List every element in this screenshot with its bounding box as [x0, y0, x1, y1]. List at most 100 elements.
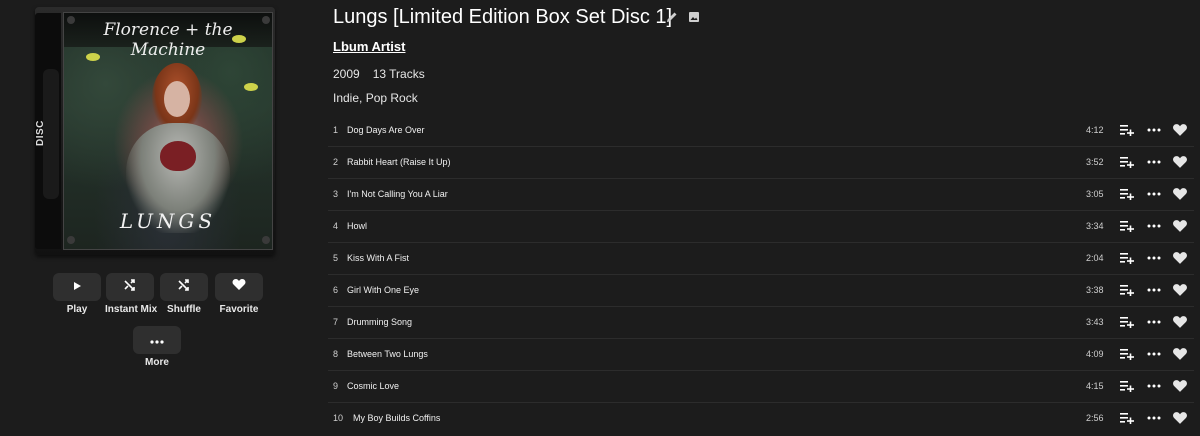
- more-icon[interactable]: [1145, 378, 1163, 394]
- track-row[interactable]: 1 Dog Days Are Over 4:12: [328, 115, 1194, 147]
- track-number: 9: [333, 381, 339, 391]
- heart-icon[interactable]: [1171, 154, 1189, 170]
- shuffle-action[interactable]: Shuffle: [159, 273, 209, 315]
- track-row[interactable]: 8 Between Two Lungs 4:09: [328, 339, 1194, 371]
- track-row[interactable]: 4 Howl 3:34: [328, 211, 1194, 243]
- playlist-add-icon[interactable]: [1118, 346, 1136, 362]
- instant-mix-action[interactable]: Instant Mix: [105, 273, 158, 315]
- playlist-add-icon[interactable]: [1118, 218, 1136, 234]
- playlist-add-icon[interactable]: [1118, 282, 1136, 298]
- playlist-add-icon[interactable]: [1118, 250, 1136, 266]
- track-number: 8: [333, 349, 339, 359]
- heart-icon[interactable]: [1171, 314, 1189, 330]
- track-name[interactable]: Howl: [347, 221, 367, 231]
- more-icon[interactable]: [1145, 186, 1163, 202]
- album-cover[interactable]: DISC Florence + the Machine LUNGS: [32, 7, 280, 257]
- track-row[interactable]: 2 Rabbit Heart (Raise It Up) 3:52: [328, 147, 1194, 179]
- album-track-count: 13 Tracks: [372, 67, 425, 81]
- playlist-add-icon[interactable]: [1118, 154, 1136, 170]
- more-icon[interactable]: [1145, 122, 1163, 138]
- heart-icon[interactable]: [1171, 250, 1189, 266]
- heart-icon[interactable]: [1171, 346, 1189, 362]
- cover-bird: [244, 83, 258, 91]
- track-number: 2: [333, 157, 339, 167]
- track-name[interactable]: My Boy Builds Coffins: [353, 413, 440, 423]
- album-artist-link[interactable]: Lbum Artist: [333, 39, 405, 54]
- track-duration: 4:12: [1086, 125, 1104, 135]
- cover-album-name: LUNGS: [119, 209, 217, 233]
- playlist-add-icon[interactable]: [1118, 186, 1136, 202]
- playlist-add-icon[interactable]: [1118, 378, 1136, 394]
- track-name[interactable]: Kiss With A Fist: [347, 253, 409, 263]
- heart-icon[interactable]: [1171, 186, 1189, 202]
- track-row[interactable]: 3 I'm Not Calling You A Liar 3:05: [328, 179, 1194, 211]
- track-duration: 3:43: [1086, 317, 1104, 327]
- cover-bird: [86, 53, 100, 61]
- favorite-label: Favorite: [219, 304, 259, 315]
- cover-figure-heart: [160, 141, 196, 171]
- more-icon[interactable]: [1145, 282, 1163, 298]
- track-duration: 3:52: [1086, 157, 1104, 167]
- favorite-action[interactable]: Favorite: [214, 273, 264, 315]
- pencil-icon[interactable]: [666, 10, 678, 28]
- favorite-button[interactable]: [215, 273, 263, 301]
- play-button[interactable]: [53, 273, 101, 301]
- cover-bird: [232, 35, 246, 43]
- playlist-add-icon[interactable]: [1118, 122, 1136, 138]
- track-duration: 3:05: [1086, 189, 1104, 199]
- shuffle-button[interactable]: [160, 273, 208, 301]
- heart-icon[interactable]: [1171, 218, 1189, 234]
- heart-icon: [232, 278, 246, 296]
- play-action[interactable]: Play: [52, 273, 102, 315]
- track-row[interactable]: 9 Cosmic Love 4:15: [328, 371, 1194, 403]
- more-icon[interactable]: [1145, 154, 1163, 170]
- case-corner: [67, 236, 75, 244]
- more-icon[interactable]: [1145, 410, 1163, 426]
- album-page: DISC Florence + the Machine LUNGS Play I…: [0, 0, 1200, 436]
- album-meta: 2009 13 Tracks: [333, 67, 425, 81]
- playlist-add-icon[interactable]: [1118, 314, 1136, 330]
- album-year: 2009: [333, 67, 360, 81]
- track-name[interactable]: Girl With One Eye: [347, 285, 419, 295]
- more-action[interactable]: More: [132, 326, 182, 368]
- more-button[interactable]: [133, 326, 181, 354]
- instant-mix-button[interactable]: [106, 273, 154, 301]
- playlist-add-icon[interactable]: [1118, 410, 1136, 426]
- track-row[interactable]: 6 Girl With One Eye 3:38: [328, 275, 1194, 307]
- case-corner: [262, 236, 270, 244]
- more-icon[interactable]: [1145, 218, 1163, 234]
- track-name[interactable]: Rabbit Heart (Raise It Up): [347, 157, 451, 167]
- track-name[interactable]: I'm Not Calling You A Liar: [347, 189, 448, 199]
- heart-icon[interactable]: [1171, 282, 1189, 298]
- track-name[interactable]: Cosmic Love: [347, 381, 399, 391]
- title-actions: [666, 10, 700, 28]
- more-icon[interactable]: [1145, 314, 1163, 330]
- album-title: Lungs [Limited Edition Box Set Disc 1]: [333, 6, 673, 28]
- track-name[interactable]: Dog Days Are Over: [347, 125, 425, 135]
- more-icon[interactable]: [1145, 346, 1163, 362]
- heart-icon[interactable]: [1171, 378, 1189, 394]
- album-genres[interactable]: Indie, Pop Rock: [333, 91, 418, 105]
- image-icon[interactable]: [688, 10, 700, 28]
- more-icon[interactable]: [1145, 250, 1163, 266]
- track-number: 7: [333, 317, 339, 327]
- track-duration: 4:09: [1086, 349, 1104, 359]
- track-row[interactable]: 10 My Boy Builds Coffins 2:56: [328, 403, 1194, 434]
- track-name[interactable]: Between Two Lungs: [347, 349, 428, 359]
- track-row[interactable]: 7 Drumming Song 3:43: [328, 307, 1194, 339]
- track-row[interactable]: 5 Kiss With A Fist 2:04: [328, 243, 1194, 275]
- case-corner: [262, 16, 270, 24]
- heart-icon[interactable]: [1171, 410, 1189, 426]
- track-number: 6: [333, 285, 339, 295]
- track-name[interactable]: Drumming Song: [347, 317, 412, 327]
- instant-mix-label: Instant Mix: [105, 304, 158, 315]
- shuffle-icon: [123, 278, 137, 297]
- case-spine: DISC: [35, 13, 61, 249]
- more-icon: [150, 331, 164, 349]
- track-duration: 4:15: [1086, 381, 1104, 391]
- track-list: 1 Dog Days Are Over 4:12 2 Rabbit Heart (Rai…: [328, 115, 1194, 434]
- play-label: Play: [66, 304, 88, 315]
- track-duration: 2:04: [1086, 253, 1104, 263]
- heart-icon[interactable]: [1171, 122, 1189, 138]
- spine-logo: DISC: [35, 120, 46, 146]
